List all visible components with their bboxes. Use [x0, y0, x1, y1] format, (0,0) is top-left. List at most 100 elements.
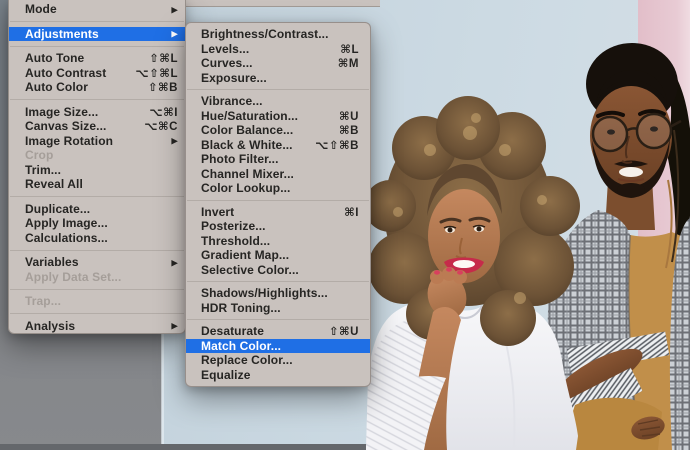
menu-item-label: Crop — [25, 148, 54, 163]
menu-item-label: Image Rotation — [25, 133, 114, 148]
menu-item-label: Duplicate... — [25, 201, 91, 216]
menu-item-label: Calculations... — [25, 230, 108, 245]
menu-item-label: Reveal All — [25, 177, 83, 192]
menu-item-variables[interactable]: Variables ▶ — [9, 255, 185, 270]
submenu-arrow-icon: ▶ — [171, 135, 178, 146]
menu-item-adjustments[interactable]: Adjustments ▶ — [9, 26, 185, 41]
submenu-item-levels[interactable]: Levels... ⌘L — [186, 42, 370, 57]
image-menu: Mode ▶ Adjustments ▶ Auto Tone ⇧⌘L Auto Contra… — [8, 0, 186, 334]
menu-item-shortcut: ⌘L — [340, 43, 359, 56]
menu-item-label: Curves... — [201, 56, 253, 71]
menu-item-shortcut: ⌥⌘I — [149, 106, 178, 119]
submenu-arrow-icon: ▶ — [171, 4, 178, 15]
menu-item-label: Analysis — [25, 318, 76, 333]
menu-item-label: Auto Contrast — [25, 65, 107, 80]
menu-item-analysis[interactable]: Analysis ▶ — [9, 319, 185, 334]
menu-separator — [10, 313, 184, 314]
menu-separator — [10, 45, 184, 47]
menu-item-label: Trap... — [25, 294, 62, 309]
menu-separator — [10, 196, 184, 197]
menu-item-label: Adjustments — [25, 26, 99, 41]
menu-item-auto-contrast[interactable]: Auto Contrast ⌥⇧⌘L — [9, 66, 185, 81]
submenu-item-desaturate[interactable]: Desaturate ⇧⌘U — [186, 324, 370, 339]
menu-separator — [10, 288, 184, 290]
submenu-item-hdr-toning[interactable]: HDR Toning... — [186, 301, 370, 316]
menu-item-label: Replace Color... — [201, 353, 293, 368]
menu-separator — [10, 21, 184, 22]
menu-item-label: Match Color... — [201, 338, 282, 353]
submenu-item-invert[interactable]: Invert ⌘I — [186, 205, 370, 220]
menu-item-label: Channel Mixer... — [201, 166, 294, 181]
menu-item-label: Mode — [25, 2, 57, 17]
menu-item-auto-color[interactable]: Auto Color ⇧⌘B — [9, 80, 185, 95]
submenu-item-color-lookup[interactable]: Color Lookup... — [186, 181, 370, 196]
menu-item-label: Black & White... — [201, 137, 293, 152]
menu-item-label: Invert — [201, 204, 235, 219]
menu-item-label: Image Size... — [25, 104, 99, 119]
menu-item-label: Hue/Saturation... — [201, 108, 299, 123]
menu-item-trap: Trap... — [9, 294, 185, 309]
menu-item-shortcut: ⌘M — [337, 58, 359, 71]
submenu-item-replace-color[interactable]: Replace Color... — [186, 353, 370, 368]
submenu-item-exposure[interactable]: Exposure... — [186, 71, 370, 86]
menu-item-label: Gradient Map... — [201, 248, 290, 263]
menu-item-label: Vibrance... — [201, 94, 263, 109]
submenu-item-vibrance[interactable]: Vibrance... — [186, 94, 370, 109]
menu-item-shortcut: ⇧⌘U — [328, 326, 359, 339]
menu-item-label: Posterize... — [201, 219, 266, 234]
menu-item-label: Shadows/Highlights... — [201, 286, 328, 301]
submenu-arrow-icon: ▶ — [171, 28, 178, 39]
submenu-arrow-icon: ▶ — [171, 257, 178, 268]
adjustments-submenu: Brightness/Contrast... Levels... ⌘L Curves.… — [185, 22, 371, 387]
menu-item-crop: Crop — [9, 148, 185, 163]
submenu-item-brightness-contrast[interactable]: Brightness/Contrast... — [186, 27, 370, 42]
submenu-arrow-icon: ▶ — [171, 320, 178, 331]
menu-item-apply-image[interactable]: Apply Image... — [9, 216, 185, 231]
submenu-item-shadows-highlights[interactable]: Shadows/Highlights... — [186, 286, 370, 301]
menu-separator — [187, 281, 369, 282]
menu-item-shortcut: ⌘I — [344, 206, 359, 219]
submenu-item-channel-mixer[interactable]: Channel Mixer... — [186, 167, 370, 182]
menu-separator — [10, 99, 184, 100]
submenu-item-curves[interactable]: Curves... ⌘M — [186, 56, 370, 71]
menu-item-duplicate[interactable]: Duplicate... — [9, 202, 185, 217]
menu-item-label: Levels... — [201, 41, 250, 56]
menu-separator — [10, 249, 184, 251]
menu-item-calculations[interactable]: Calculations... — [9, 231, 185, 246]
submenu-item-threshold[interactable]: Threshold... — [186, 234, 370, 249]
menu-separator — [187, 199, 369, 201]
submenu-item-gradient-map[interactable]: Gradient Map... — [186, 248, 370, 263]
submenu-item-color-balance[interactable]: Color Balance... ⌘B — [186, 123, 370, 138]
submenu-item-equalize[interactable]: Equalize — [186, 368, 370, 383]
menu-item-label: Equalize — [201, 367, 251, 382]
menu-item-label: Exposure... — [201, 70, 267, 85]
submenu-item-black-white[interactable]: Black & White... ⌥⇧⌘B — [186, 138, 370, 153]
menu-item-shortcut: ⇧⌘L — [149, 53, 178, 66]
menu-item-label: Auto Tone — [25, 51, 85, 66]
submenu-item-hue-saturation[interactable]: Hue/Saturation... ⌘U — [186, 109, 370, 124]
menu-item-label: Variables — [25, 255, 79, 270]
menu-item-shortcut: ⌥⇧⌘L — [135, 67, 178, 80]
submenu-item-match-color[interactable]: Match Color... — [186, 338, 370, 353]
menu-item-label: Trim... — [25, 162, 62, 177]
menu-separator — [187, 89, 369, 90]
menu-item-label: Threshold... — [201, 233, 271, 248]
menu-item-shortcut: ⌘U — [339, 110, 359, 123]
menu-item-image-size[interactable]: Image Size... ⌥⌘I — [9, 105, 185, 120]
menu-item-mode[interactable]: Mode ▶ — [9, 2, 185, 17]
menu-item-image-rotation[interactable]: Image Rotation ▶ — [9, 134, 185, 149]
menu-item-reveal-all[interactable]: Reveal All — [9, 177, 185, 192]
submenu-item-posterize[interactable]: Posterize... — [186, 219, 370, 234]
menu-item-label: Desaturate — [201, 324, 265, 339]
submenu-item-photo-filter[interactable]: Photo Filter... — [186, 152, 370, 167]
menu-item-label: HDR Toning... — [201, 300, 281, 315]
menu-item-trim[interactable]: Trim... — [9, 163, 185, 178]
menu-item-auto-tone[interactable]: Auto Tone ⇧⌘L — [9, 51, 185, 66]
menu-item-label: Brightness/Contrast... — [201, 27, 329, 42]
menu-item-label: Color Balance... — [201, 123, 294, 138]
menu-item-canvas-size[interactable]: Canvas Size... ⌥⌘C — [9, 119, 185, 134]
menu-item-shortcut: ⌥⇧⌘B — [315, 139, 359, 152]
submenu-item-selective-color[interactable]: Selective Color... — [186, 263, 370, 278]
menu-item-shortcut: ⇧⌘B — [147, 82, 178, 95]
menu-item-label: Photo Filter... — [201, 152, 279, 167]
